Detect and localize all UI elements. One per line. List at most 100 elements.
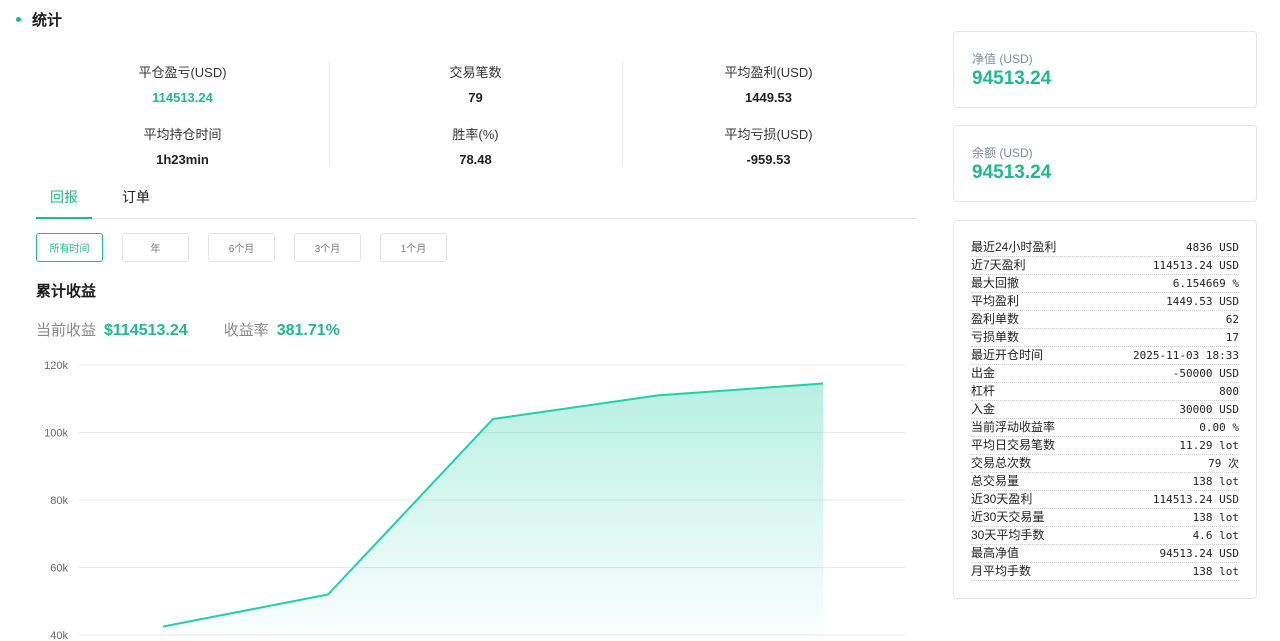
detail-row: 交易总次数 79 次 xyxy=(971,455,1239,473)
equity-card: 净值 (USD) 94513.24 xyxy=(953,31,1257,108)
stat-value: 78.48 xyxy=(459,152,492,167)
detail-row: 平均盈利 1449.53 USD xyxy=(971,293,1239,311)
stat-label: 平均亏损(USD) xyxy=(724,127,813,142)
balance-card: 余额 (USD) 94513.24 xyxy=(953,125,1257,202)
y-tick-label: 60k xyxy=(50,563,68,575)
stat-value: 1449.53 xyxy=(745,90,792,105)
detail-row: 总交易量 138 lot xyxy=(971,473,1239,491)
stat-label: 平仓盈亏(USD) xyxy=(138,65,227,80)
detail-value: 4.6 lot xyxy=(1192,529,1239,542)
detail-label: 最近开仓时间 xyxy=(971,348,1044,362)
stat-label: 交易笔数 xyxy=(449,65,502,80)
stat-label: 平均持仓时间 xyxy=(143,127,222,142)
stat-value: 1h23min xyxy=(156,152,209,167)
detail-row: 出金 -50000 USD xyxy=(971,365,1239,383)
stat-closed-pnl: 平仓盈亏(USD) 114513.24 xyxy=(36,62,329,105)
detail-value: 17 xyxy=(1225,331,1239,344)
detail-row: 平均日交易笔数 11.29 lot xyxy=(971,437,1239,455)
detail-list: 最近24小时盈利 4836 USD 近7天盈利 114513.24 USD 最大回撤 6.… xyxy=(953,220,1257,599)
detail-label: 30天平均手数 xyxy=(971,528,1045,542)
detail-row: 亏损单数 17 xyxy=(971,329,1239,347)
detail-row: 30天平均手数 4.6 lot xyxy=(971,527,1239,545)
stat-label: 平均盈利(USD) xyxy=(724,65,813,80)
detail-label: 亏损单数 xyxy=(971,330,1020,344)
balance-value: 94513.24 xyxy=(972,162,1052,183)
stat-win-rate: 胜率(%) 78.48 xyxy=(329,124,622,167)
detail-row: 最近24小时盈利 4836 USD xyxy=(971,239,1239,257)
detail-value: 1449.53 USD xyxy=(1166,295,1239,308)
bullet-dot-icon xyxy=(16,17,21,22)
detail-label: 近7天盈利 xyxy=(971,258,1026,272)
detail-label: 近30天盈利 xyxy=(971,492,1033,506)
detail-row: 最高净值 94513.24 USD xyxy=(971,545,1239,563)
range-3m-button[interactable]: 3个月 xyxy=(294,233,361,262)
area-fill xyxy=(163,383,823,635)
stat-value: 114513.24 xyxy=(152,90,213,105)
tab-bar: 回报 订单 xyxy=(36,182,916,219)
detail-label: 近30天交易量 xyxy=(971,510,1045,524)
detail-value: 79 次 xyxy=(1208,457,1239,470)
detail-value: 30000 USD xyxy=(1179,403,1239,416)
detail-value: 138 lot xyxy=(1192,475,1239,488)
section-title: 统计 xyxy=(16,9,62,30)
detail-value: 138 lot xyxy=(1192,565,1239,578)
stat-value: -959.53 xyxy=(746,152,791,167)
stat-trade-count: 交易笔数 79 xyxy=(329,62,622,105)
detail-value: 800 xyxy=(1219,385,1239,398)
range-1m-button[interactable]: 1个月 xyxy=(380,233,447,262)
y-tick-label: 100k xyxy=(44,428,68,440)
detail-label: 月平均手数 xyxy=(971,564,1032,578)
range-all-button[interactable]: 所有时间 xyxy=(36,233,103,262)
stat-value: 79 xyxy=(468,90,483,105)
detail-label: 最近24小时盈利 xyxy=(971,240,1057,254)
detail-row: 近7天盈利 114513.24 USD xyxy=(971,257,1239,275)
range-6m-button[interactable]: 6个月 xyxy=(208,233,275,262)
stat-avg-hold-time: 平均持仓时间 1h23min xyxy=(36,124,329,167)
balance-label: 余额 (USD) xyxy=(972,146,1033,160)
stats-divider xyxy=(622,62,623,166)
stat-avg-loss: 平均亏损(USD) -959.53 xyxy=(622,124,915,167)
equity-label: 净值 (USD) xyxy=(972,52,1033,66)
range-year-button[interactable]: 年 xyxy=(122,233,189,262)
current-return-label: 当前收益 xyxy=(36,322,97,339)
stats-divider xyxy=(329,62,330,166)
y-tick-label: 120k xyxy=(44,360,68,372)
detail-row: 盈利单数 62 xyxy=(971,311,1239,329)
detail-row: 近30天盈利 114513.24 USD xyxy=(971,491,1239,509)
detail-row: 入金 30000 USD xyxy=(971,401,1239,419)
detail-label: 当前浮动收益率 xyxy=(971,420,1056,434)
stats-panel: 平仓盈亏(USD) 114513.24 交易笔数 79 平均盈利(USD) 14… xyxy=(36,58,916,170)
detail-label: 出金 xyxy=(971,366,996,380)
detail-label: 最高净值 xyxy=(971,546,1020,560)
detail-label: 最大回撤 xyxy=(971,276,1020,290)
detail-value: 94513.24 USD xyxy=(1159,547,1239,560)
returns-summary: 当前收益 $114513.24 收益率 381.71% xyxy=(36,319,340,340)
detail-label: 杠杆 xyxy=(971,384,996,398)
stat-avg-profit: 平均盈利(USD) 1449.53 xyxy=(622,62,915,105)
y-tick-label: 80k xyxy=(50,495,68,507)
detail-value: 114513.24 USD xyxy=(1152,493,1239,506)
detail-value: 2025-11-03 18:33 xyxy=(1133,349,1239,362)
detail-value: 62 xyxy=(1225,313,1239,326)
detail-label: 平均日交易笔数 xyxy=(971,438,1056,452)
stat-label: 胜率(%) xyxy=(452,127,499,142)
detail-value: 0.00 % xyxy=(1199,421,1239,434)
detail-row: 月平均手数 138 lot xyxy=(971,563,1239,581)
return-rate-value: 381.71% xyxy=(276,322,340,339)
detail-value: 4836 USD xyxy=(1186,241,1239,254)
detail-label: 总交易量 xyxy=(971,474,1020,488)
y-tick-label: 40k xyxy=(50,630,68,641)
detail-label: 入金 xyxy=(971,402,996,416)
detail-row: 最大回撤 6.154669 % xyxy=(971,275,1239,293)
detail-row: 最近开仓时间 2025-11-03 18:33 xyxy=(971,347,1239,365)
detail-label: 平均盈利 xyxy=(971,294,1020,308)
detail-label: 交易总次数 xyxy=(971,456,1032,470)
equity-value: 94513.24 xyxy=(972,68,1052,89)
detail-row: 当前浮动收益率 0.00 % xyxy=(971,419,1239,437)
return-rate-label: 收益率 xyxy=(223,322,269,339)
tab-returns[interactable]: 回报 xyxy=(36,187,92,219)
detail-label: 盈利单数 xyxy=(971,312,1020,326)
detail-row: 近30天交易量 138 lot xyxy=(971,509,1239,527)
tab-orders[interactable]: 订单 xyxy=(108,187,164,217)
section-title-text: 统计 xyxy=(32,12,63,29)
